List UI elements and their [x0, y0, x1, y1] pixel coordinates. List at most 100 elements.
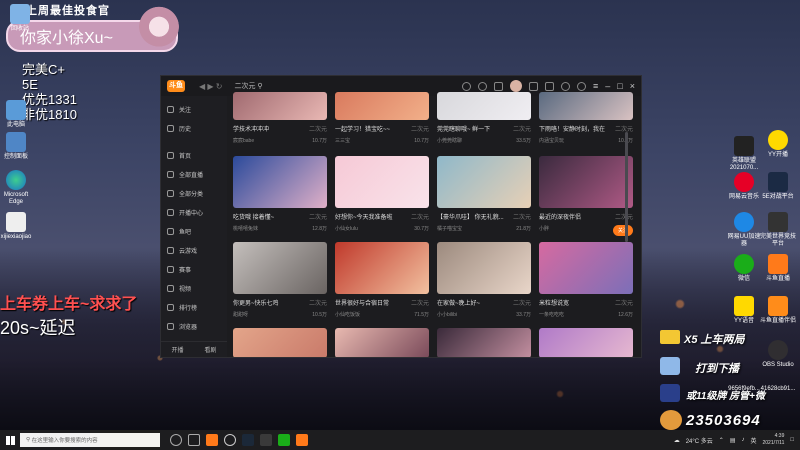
- clock[interactable]: 4:39 2021/7/11: [763, 433, 785, 447]
- desktop-icon-recycle-bin[interactable]: 回收站: [2, 4, 38, 33]
- desktop-icon-netease-music[interactable]: 网易云音乐: [726, 172, 762, 201]
- desktop-icon-edge[interactable]: Microsoft Edge: [0, 170, 34, 206]
- sidebar-item-all-live[interactable]: 全部直播: [161, 165, 227, 184]
- ime-indicator[interactable]: 英: [750, 436, 756, 445]
- desktop-icon-perfect-world[interactable]: 完美世界竞技平台: [760, 212, 796, 248]
- taskbar-search-input[interactable]: ⚲ 在这里输入你要搜索的内容: [20, 433, 160, 447]
- sidebar-item-categories[interactable]: 全部分类: [161, 184, 227, 203]
- history-icon: [167, 125, 174, 132]
- stream-thumbnail[interactable]: [335, 92, 429, 120]
- sidebar-item-broadcast-center[interactable]: 开播中心: [161, 203, 227, 222]
- desktop-icon-obs[interactable]: OBS Studio: [760, 340, 796, 369]
- notification-icon[interactable]: □: [790, 437, 794, 443]
- sidebar-item-follow[interactable]: 关注: [161, 100, 227, 119]
- task-view-icon[interactable]: [188, 434, 200, 446]
- sidebar-item-fishbar[interactable]: 鱼吧: [161, 222, 227, 241]
- nav-arrows[interactable]: ◀ ▶ ↻: [199, 82, 222, 91]
- stream-thumbnail[interactable]: [437, 156, 531, 208]
- stream-thumbnail[interactable]: [233, 156, 327, 208]
- gift-line-3: 或11级牌 房管+微: [686, 391, 765, 402]
- sidebar-item-esports[interactable]: 赛事: [161, 260, 227, 279]
- obs-taskbar-icon[interactable]: [224, 434, 236, 446]
- gift-icon[interactable]: [577, 81, 587, 91]
- stream-thumbnail[interactable]: [335, 328, 429, 357]
- wechat-taskbar-icon[interactable]: [278, 434, 290, 446]
- rank-icon: [167, 304, 174, 311]
- stream-thumbnail[interactable]: [539, 92, 633, 120]
- douyu-taskbar-icon[interactable]: [296, 434, 308, 446]
- stream-card[interactable]: 好想你~今天我准备啦 二次元 小仙女lulu 30.7万: [335, 156, 429, 232]
- stream-thumbnail[interactable]: [539, 156, 633, 208]
- stream-thumbnail[interactable]: [437, 242, 531, 294]
- volume-icon[interactable]: ♪: [741, 437, 744, 443]
- stream-thumbnail[interactable]: [437, 328, 531, 357]
- network-icon[interactable]: ▤: [730, 437, 736, 444]
- stream-card[interactable]: 在家做~晚上好~ 二次元 小小bilibi 33.7万: [437, 242, 531, 318]
- history-icon[interactable]: [462, 81, 472, 91]
- desktop-icon-control-panel[interactable]: 控制面板: [0, 132, 34, 161]
- start-live-button[interactable]: 开播: [171, 345, 183, 354]
- menu-icon[interactable]: ≡: [593, 81, 598, 91]
- sidebar-item-rank[interactable]: 排行榜: [161, 298, 227, 317]
- cortana-icon[interactable]: [170, 434, 182, 446]
- desktop-icon-wechat[interactable]: 微信: [726, 254, 762, 283]
- desktop-icon-this-pc[interactable]: 此电脑: [0, 100, 34, 129]
- fan-id: 23503694: [686, 412, 761, 429]
- desktop-icon-douyu[interactable]: 斗鱼直播: [760, 254, 796, 283]
- 5e-taskbar-icon[interactable]: [260, 434, 272, 446]
- watch-drama-button[interactable]: 看剧: [204, 345, 216, 354]
- desktop-icon-yy-live[interactable]: YY开播: [760, 130, 796, 159]
- message-icon[interactable]: [494, 81, 504, 91]
- desktop-icon-file-2[interactable]: 41628cb91...: [760, 386, 796, 393]
- douyu-partner-taskbar-icon[interactable]: [206, 434, 218, 446]
- sidebar-item-history[interactable]: 历史: [161, 119, 227, 138]
- tray-arrow-icon[interactable]: ⌃: [719, 437, 724, 444]
- edge-icon: [6, 170, 26, 190]
- heart-icon[interactable]: [478, 81, 488, 91]
- stream-thumbnail[interactable]: [335, 242, 429, 294]
- start-button[interactable]: [0, 430, 20, 450]
- user-avatar[interactable]: [510, 80, 523, 92]
- douyu-logo-icon[interactable]: 斗鱼: [167, 80, 185, 92]
- weather-text[interactable]: 24°C 多云: [686, 436, 713, 445]
- desktop-icon-file[interactable]: xijiexiaojiao: [0, 212, 34, 241]
- stream-card[interactable]: 【豪华爪哇】 你无礼貌... 二次元 橘子喵宝宝 21.8万: [437, 156, 531, 232]
- scrollbar[interactable]: [625, 132, 628, 242]
- desktop-icon-uu[interactable]: 网易UU加速器: [726, 212, 762, 248]
- stream-thumbnail[interactable]: [539, 328, 633, 357]
- desktop-icon-lol[interactable]: 英雄联盟 2021070...: [726, 136, 762, 172]
- desktop-icon-yy-voice[interactable]: YY语音: [726, 296, 762, 325]
- sidebar-item-home[interactable]: 首页: [161, 146, 227, 165]
- stream-card[interactable]: 吃货哦 接着懂~ 二次元 桃嘻嘻兔妹 12.8万: [233, 156, 327, 232]
- search-box[interactable]: 二次元 ⚲: [234, 81, 262, 91]
- desktop-icon-5e[interactable]: 5E对战平台: [760, 172, 796, 201]
- sidebar-item-cloud-game[interactable]: 云游戏: [161, 241, 227, 260]
- follow-button[interactable]: 关注: [612, 225, 633, 236]
- sidebar-item-browser[interactable]: 浏览器: [161, 317, 227, 336]
- stream-thumbnail[interactable]: [539, 242, 633, 294]
- settings-icon[interactable]: [561, 81, 571, 91]
- minimize-icon[interactable]: –: [605, 81, 610, 91]
- skin-icon[interactable]: [545, 81, 555, 91]
- steam-icon[interactable]: [242, 434, 254, 446]
- video-icon: [167, 285, 174, 292]
- maximize-icon[interactable]: □: [617, 81, 622, 91]
- desktop-icon-douyu-partner[interactable]: 斗鱼直播伴侣: [760, 296, 796, 325]
- stream-thumbnail[interactable]: [437, 92, 531, 120]
- rank-item: 完美C+: [22, 62, 65, 77]
- search-icon[interactable]: ⚲: [257, 83, 262, 90]
- recycle-bin-icon: [10, 4, 30, 24]
- douyu-app-window[interactable]: 斗鱼 ◀ ▶ ↻ 二次元 ⚲ ≡ – □ × 关注 历史 首页 全部直播 全部分…: [160, 75, 642, 358]
- download-icon[interactable]: [529, 81, 539, 91]
- sidebar-bottom: 开播 看剧: [161, 341, 227, 357]
- close-icon[interactable]: ×: [630, 81, 635, 91]
- stream-card[interactable]: 世界很好与合宿日常 二次元 小仙吃饭饭 71.5万: [335, 242, 429, 318]
- stream-thumbnail[interactable]: [233, 242, 327, 294]
- stream-card[interactable]: 米粒想说宽 二次元 一条吃吃吃 12.6万: [539, 242, 633, 318]
- stream-card[interactable]: 你更男~快乐七鸡 二次元 甜甜呀 10.5万: [233, 242, 327, 318]
- stream-thumbnail[interactable]: [233, 328, 327, 357]
- stream-thumbnail[interactable]: [335, 156, 429, 208]
- sidebar-item-video[interactable]: 视频: [161, 279, 227, 298]
- stream-thumbnail[interactable]: [233, 92, 327, 120]
- stream-card[interactable]: 最近的深夜伴侣 二次元 小胖 关注: [539, 156, 633, 236]
